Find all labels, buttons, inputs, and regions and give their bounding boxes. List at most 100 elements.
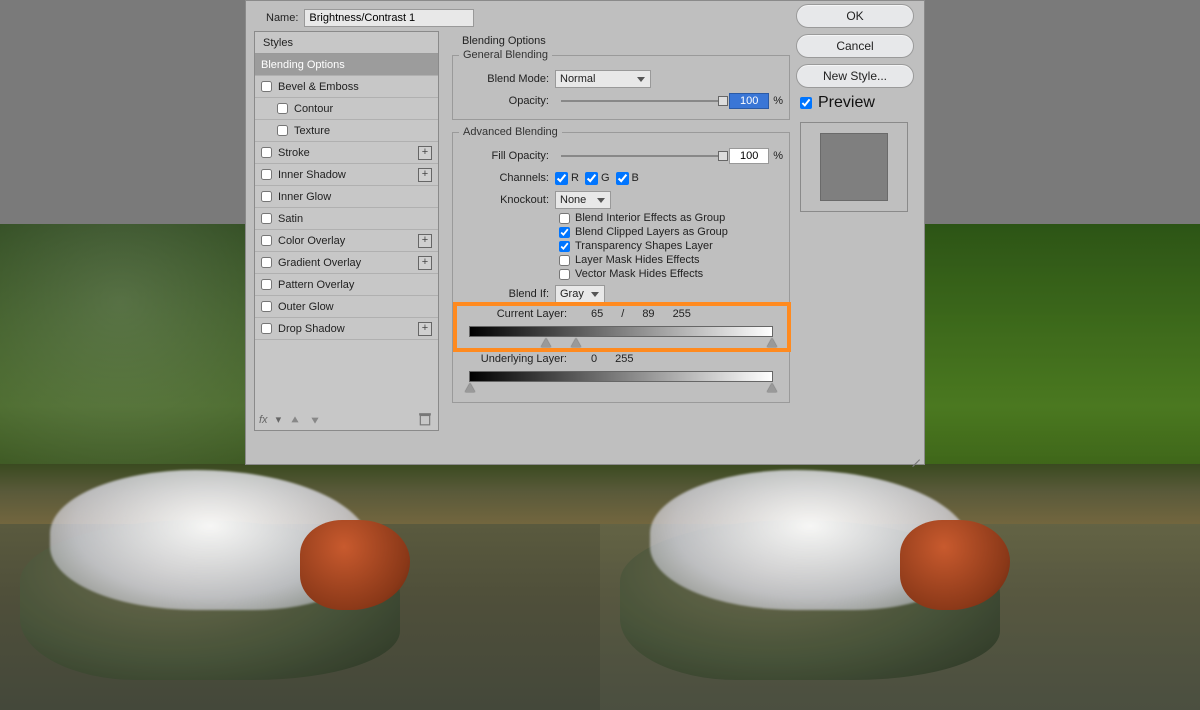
style-item-stroke[interactable]: Stroke + (255, 142, 438, 164)
general-blending-legend: General Blending (459, 49, 552, 61)
style-label: Blending Options (261, 59, 345, 71)
advanced-blending-group: Advanced Blending Fill Opacity: % Channe… (452, 126, 790, 403)
style-label: Stroke (278, 147, 310, 159)
fx-footer: fx ▾ (259, 413, 321, 426)
cancel-button[interactable]: Cancel (796, 34, 914, 58)
arrow-up-icon[interactable] (289, 414, 301, 426)
style-checkbox[interactable] (261, 235, 272, 246)
opt-transparency[interactable]: Transparency Shapes Layer (559, 240, 783, 252)
opacity-slider[interactable] (561, 100, 723, 102)
blendif-select[interactable]: Gray (555, 285, 605, 303)
current-val-2: 89 (642, 308, 654, 320)
fill-opacity-input[interactable] (729, 148, 769, 164)
opt-blend-interior[interactable]: Blend Interior Effects as Group (559, 212, 783, 224)
black-thumb-b[interactable] (571, 338, 581, 347)
opacity-label: Opacity: (459, 95, 549, 107)
name-label: Name: (266, 12, 298, 24)
style-item-drop-shadow[interactable]: Drop Shadow + (255, 318, 438, 340)
current-layer-label: Current Layer: (477, 308, 567, 320)
blend-mode-select[interactable]: Normal (555, 70, 651, 88)
styles-header: Styles (255, 32, 438, 54)
opacity-pct: % (773, 95, 783, 107)
knockout-select[interactable]: None (555, 191, 611, 209)
style-checkbox[interactable] (277, 125, 288, 136)
style-checkbox[interactable] (261, 257, 272, 268)
add-effect-icon[interactable]: + (418, 322, 432, 336)
style-label: Color Overlay (278, 235, 345, 247)
current-layer-gradient[interactable] (469, 326, 773, 337)
style-label: Bevel & Emboss (278, 81, 359, 93)
opt-layer-mask[interactable]: Layer Mask Hides Effects (559, 254, 783, 266)
style-label: Inner Shadow (278, 169, 346, 181)
under-black-thumb[interactable] (465, 383, 475, 392)
preview-toggle[interactable]: Preview (800, 94, 916, 112)
dialog-buttons: OK Cancel New Style... Preview (796, 4, 916, 212)
add-effect-icon[interactable]: + (418, 256, 432, 270)
style-checkbox[interactable] (261, 169, 272, 180)
style-label: Outer Glow (278, 301, 334, 313)
opt-vector-mask[interactable]: Vector Mask Hides Effects (559, 268, 783, 280)
opt-blend-clipped[interactable]: Blend Clipped Layers as Group (559, 226, 783, 238)
fill-opacity-label: Fill Opacity: (459, 150, 549, 162)
style-label: Satin (278, 213, 303, 225)
general-blending-group: General Blending Blend Mode: Normal Opac… (452, 49, 790, 120)
channel-b[interactable]: B (616, 172, 639, 185)
add-effect-icon[interactable]: + (418, 168, 432, 182)
style-checkbox[interactable] (261, 279, 272, 290)
fx-label[interactable]: fx (259, 414, 268, 426)
blending-options-area: Blending Options General Blending Blend … (446, 31, 796, 461)
add-effect-icon[interactable]: + (418, 234, 432, 248)
blend-mode-label: Blend Mode: (459, 73, 549, 85)
channels-label: Channels: (459, 172, 549, 184)
opacity-input[interactable] (729, 93, 769, 109)
style-checkbox[interactable] (261, 81, 272, 92)
white-thumb[interactable] (767, 338, 777, 347)
black-thumb-a[interactable] (541, 338, 551, 347)
new-style-button[interactable]: New Style... (796, 64, 914, 88)
arrow-down-icon[interactable] (309, 414, 321, 426)
underlying-layer-label: Underlying Layer: (477, 353, 567, 365)
style-label: Contour (294, 103, 333, 115)
style-checkbox[interactable] (261, 213, 272, 224)
style-label: Gradient Overlay (278, 257, 361, 269)
current-val-3: 255 (673, 308, 691, 320)
layer-name-input[interactable] (304, 9, 474, 27)
blending-options-title: Blending Options (462, 35, 796, 47)
ok-button[interactable]: OK (796, 4, 914, 28)
under-white-thumb[interactable] (767, 383, 777, 392)
style-label: Drop Shadow (278, 323, 345, 335)
style-item-contour[interactable]: Contour (255, 98, 438, 120)
style-item-pattern-overlay[interactable]: Pattern Overlay (255, 274, 438, 296)
style-checkbox[interactable] (261, 147, 272, 158)
advanced-blending-legend: Advanced Blending (459, 126, 562, 138)
preview-swatch (820, 133, 888, 201)
fill-opacity-slider[interactable] (561, 155, 723, 157)
style-checkbox[interactable] (261, 323, 272, 334)
channel-r[interactable]: R (555, 172, 579, 185)
style-item-texture[interactable]: Texture (255, 120, 438, 142)
trash-icon[interactable] (418, 412, 432, 426)
style-item-inner-glow[interactable]: Inner Glow (255, 186, 438, 208)
knockout-label: Knockout: (459, 194, 549, 206)
style-checkbox[interactable] (261, 301, 272, 312)
underlying-val-1: 0 (591, 353, 597, 365)
preview-checkbox[interactable] (800, 97, 812, 109)
style-label: Pattern Overlay (278, 279, 354, 291)
underlying-val-2: 255 (615, 353, 633, 365)
style-checkbox[interactable] (261, 191, 272, 202)
current-val-1: 65 (591, 308, 603, 320)
style-item-satin[interactable]: Satin (255, 208, 438, 230)
resize-grip-icon[interactable] (908, 448, 920, 460)
style-checkbox[interactable] (277, 103, 288, 114)
style-item-color-overlay[interactable]: Color Overlay + (255, 230, 438, 252)
style-item-inner-shadow[interactable]: Inner Shadow + (255, 164, 438, 186)
style-item-gradient-overlay[interactable]: Gradient Overlay + (255, 252, 438, 274)
style-item-bevel-emboss[interactable]: Bevel & Emboss (255, 76, 438, 98)
style-item-blending-options[interactable]: Blending Options (255, 54, 438, 76)
underlying-layer-gradient[interactable] (469, 371, 773, 382)
blendif-label: Blend If: (459, 288, 549, 300)
add-effect-icon[interactable]: + (418, 146, 432, 160)
channel-g[interactable]: G (585, 172, 610, 185)
style-item-outer-glow[interactable]: Outer Glow (255, 296, 438, 318)
preview-swatch-box (800, 122, 908, 212)
